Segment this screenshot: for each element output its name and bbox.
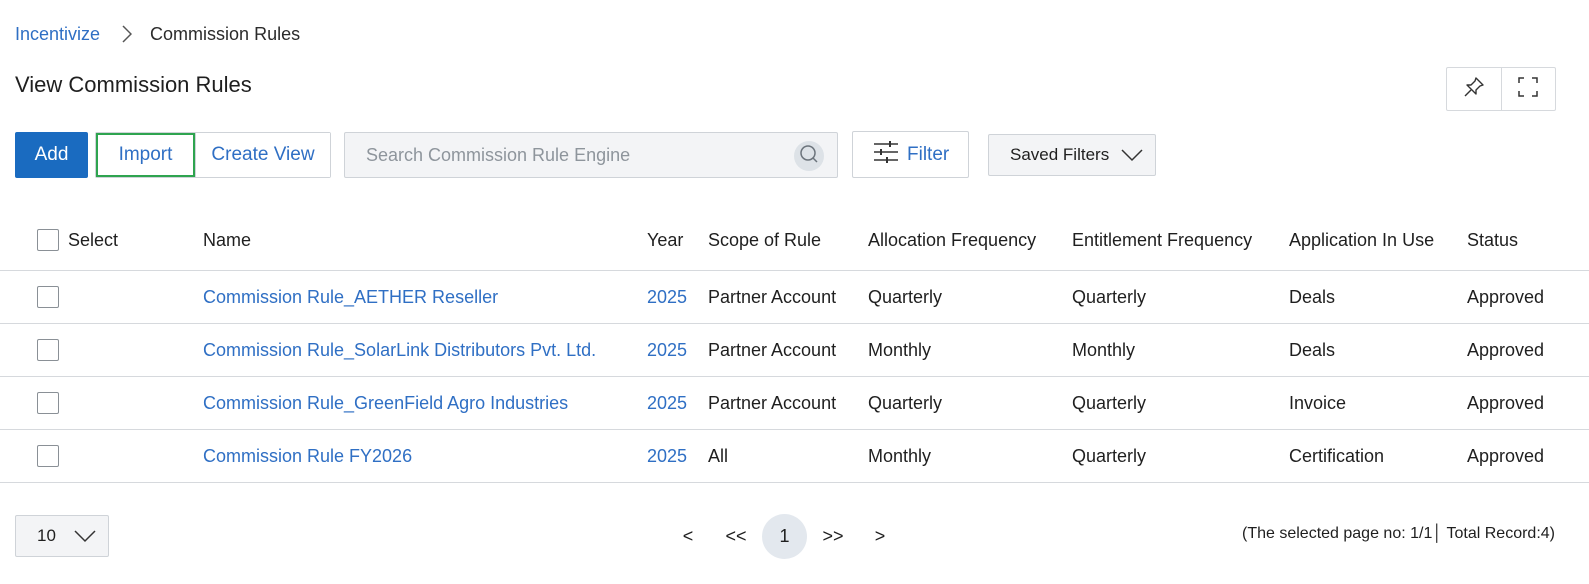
import-button[interactable]: Import	[96, 133, 195, 177]
fullscreen-button[interactable]	[1500, 68, 1556, 110]
prev-page-button[interactable]: <	[680, 514, 696, 558]
header-year[interactable]: Year	[647, 210, 683, 270]
search-box	[344, 132, 838, 178]
add-button[interactable]: Add	[15, 132, 88, 178]
rule-name-link[interactable]: Commission Rule FY2026	[203, 430, 412, 482]
next-page-button[interactable]: >	[872, 514, 888, 558]
table-row: Commission Rule_SolarLink Distributors P…	[0, 324, 1589, 377]
header-name[interactable]: Name	[203, 210, 251, 270]
rule-scope: Partner Account	[708, 392, 837, 413]
pin-icon	[1463, 76, 1485, 103]
rule-allocation: Quarterly	[868, 392, 943, 413]
pin-button[interactable]	[1447, 68, 1501, 110]
current-page-button[interactable]: 1	[762, 514, 807, 559]
rule-status: Approved	[1467, 286, 1545, 307]
chevron-down-icon	[1121, 147, 1143, 167]
rule-scope: Partner Account	[708, 286, 837, 307]
saved-filters-dropdown[interactable]: Saved Filters	[988, 134, 1156, 176]
rule-year-link[interactable]: 2025	[647, 377, 687, 429]
view-tools	[1446, 67, 1556, 111]
table-row: Commission Rule FY2026 2025 All Monthly …	[0, 430, 1589, 483]
rule-entitlement: Monthly	[1072, 339, 1136, 360]
header-status[interactable]: Status	[1467, 210, 1518, 270]
row-checkbox[interactable]	[37, 339, 59, 361]
rule-application: Invoice	[1289, 392, 1347, 413]
header-scope[interactable]: Scope of Rule	[708, 210, 821, 270]
search-icon	[799, 144, 819, 169]
row-checkbox[interactable]	[37, 445, 59, 467]
import-create-view-group: Import Create View	[95, 132, 331, 178]
rule-entitlement: Quarterly	[1072, 392, 1147, 413]
rule-year-link[interactable]: 2025	[647, 430, 687, 482]
header-entitlement-frequency[interactable]: Entitlement Frequency	[1072, 210, 1252, 270]
select-all-checkbox-cell	[37, 210, 59, 270]
header-select: Select	[68, 229, 119, 250]
search-input[interactable]	[345, 133, 785, 177]
rule-year-link[interactable]: 2025	[647, 324, 687, 376]
rule-allocation: Monthly	[868, 445, 932, 466]
rule-year-link[interactable]: 2025	[647, 271, 687, 323]
header-allocation-frequency[interactable]: Allocation Frequency	[868, 210, 1036, 270]
rule-scope: Partner Account	[708, 339, 837, 360]
rule-application: Deals	[1289, 286, 1336, 307]
table-header-row: Select Name Year Scope of Rule Allocatio…	[0, 210, 1589, 271]
create-view-button[interactable]: Create View	[195, 133, 330, 177]
rule-status: Approved	[1467, 445, 1545, 466]
rule-scope: All	[708, 445, 729, 466]
breadcrumb-current: Commission Rules	[150, 23, 301, 44]
chevron-right-icon	[122, 25, 133, 43]
breadcrumb: Incentivize Commission Rules	[15, 22, 300, 46]
row-checkbox[interactable]	[37, 286, 59, 308]
page-title: View Commission Rules	[15, 72, 252, 97]
breadcrumb-incentivize-link[interactable]: Incentivize	[15, 24, 100, 45]
filter-button[interactable]: Filter	[852, 131, 969, 178]
rule-status: Approved	[1467, 339, 1545, 360]
rule-entitlement: Quarterly	[1072, 286, 1147, 307]
first-page-button[interactable]: <<	[722, 514, 750, 558]
rule-name-link[interactable]: Commission Rule_AETHER Reseller	[203, 271, 498, 323]
table-row: Commission Rule_AETHER Reseller 2025 Par…	[0, 271, 1589, 324]
fullscreen-icon	[1517, 76, 1539, 103]
filter-label: Filter	[907, 143, 950, 165]
rule-name-link[interactable]: Commission Rule_GreenField Agro Industri…	[203, 377, 568, 429]
rule-allocation: Monthly	[868, 339, 932, 360]
rule-allocation: Quarterly	[868, 286, 943, 307]
search-button[interactable]	[794, 141, 824, 171]
header-application-in-use[interactable]: Application In Use	[1289, 210, 1434, 270]
record-info: (The selected page no: 1/1│ Total Record…	[1242, 525, 1555, 542]
rule-application: Deals	[1289, 339, 1336, 360]
rule-status: Approved	[1467, 392, 1545, 413]
row-checkbox[interactable]	[37, 392, 59, 414]
saved-filters-label: Saved Filters	[1010, 145, 1110, 164]
rule-entitlement: Quarterly	[1072, 445, 1147, 466]
filter-sliders-icon	[873, 140, 899, 170]
rule-name-link[interactable]: Commission Rule_SolarLink Distributors P…	[203, 324, 596, 376]
rule-application: Certification	[1289, 445, 1385, 466]
last-page-button[interactable]: >>	[819, 514, 847, 558]
table-row: Commission Rule_GreenField Agro Industri…	[0, 377, 1589, 430]
commission-rules-table: Select Name Year Scope of Rule Allocatio…	[0, 210, 1589, 483]
select-all-checkbox[interactable]	[37, 229, 59, 251]
